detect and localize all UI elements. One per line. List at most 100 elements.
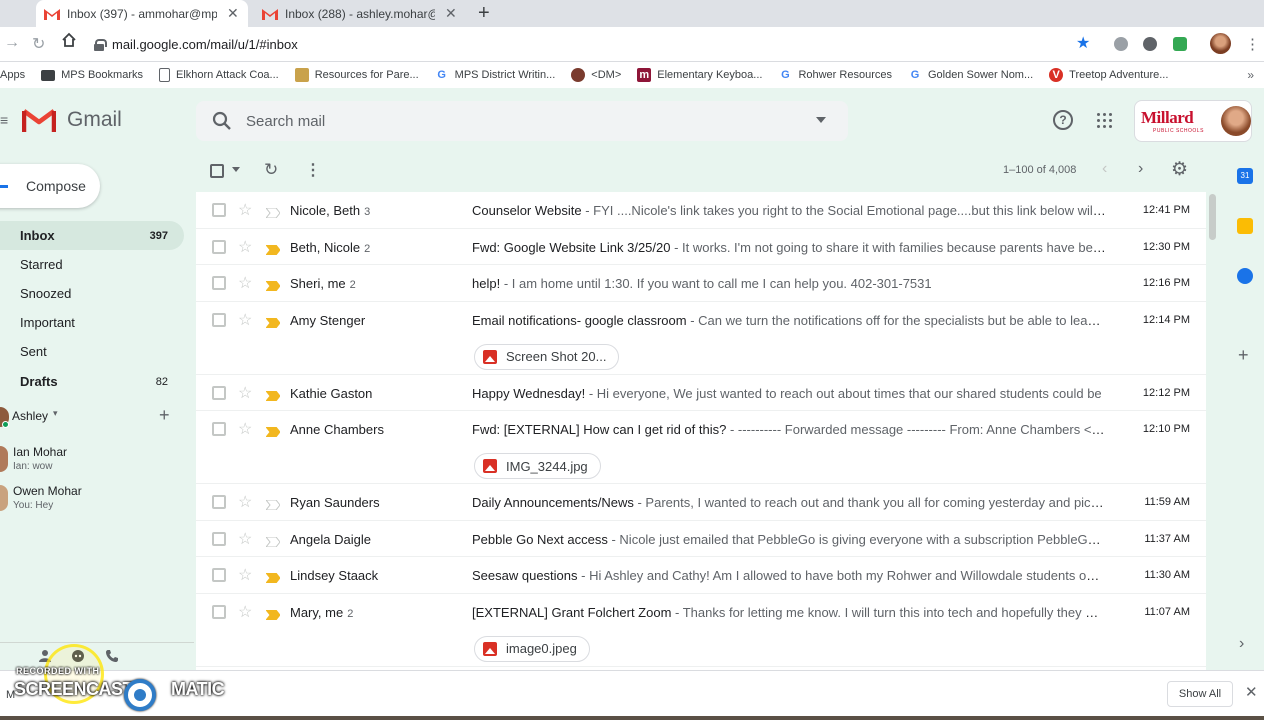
extension-green-icon[interactable] (1173, 37, 1187, 51)
compose-button[interactable]: Compose (0, 164, 100, 208)
gmail-wordmark[interactable]: Gmail (67, 108, 122, 132)
home-icon[interactable] (61, 32, 77, 53)
email-row[interactable]: ☆ Sheri, me 2 help! - I am home until 1:30.… (196, 265, 1206, 302)
bookmark-elementary-keyboarding[interactable]: m Elementary Keyboa... (637, 68, 762, 82)
account-switcher[interactable]: Millard PUBLIC SCHOOLS (1134, 100, 1252, 142)
attachment-chip[interactable]: Screen Shot 20... (474, 343, 620, 370)
previous-page-icon[interactable]: ‹ (1102, 160, 1107, 178)
browser-menu-icon[interactable]: ⋮ (1245, 35, 1260, 53)
star-icon[interactable]: ☆ (238, 310, 252, 330)
star-icon[interactable]: ☆ (238, 419, 252, 439)
person-icon[interactable] (38, 649, 52, 666)
importance-marker-icon[interactable] (264, 388, 281, 401)
importance-marker-icon[interactable] (264, 607, 281, 620)
chat-bubble-icon[interactable] (71, 649, 85, 666)
sidebar-item-starred[interactable]: Starred (0, 250, 184, 279)
reload-icon[interactable]: ↻ (32, 34, 45, 54)
star-icon[interactable]: ☆ (238, 492, 252, 512)
select-options-caret-icon[interactable] (232, 167, 240, 172)
sidebar-item-inbox[interactable]: Inbox 397 (0, 221, 184, 250)
star-icon[interactable]: ☆ (238, 383, 252, 403)
bookmark-star-icon[interactable]: ★ (1076, 33, 1090, 53)
email-row[interactable]: ☆ Lindsey Staack Seesaw questions - Hi Ash… (196, 557, 1206, 594)
forward-arrow-icon[interactable]: → (4, 34, 20, 52)
bookmark-treetop[interactable]: V Treetop Adventure... (1049, 68, 1168, 82)
new-conversation-plus-icon[interactable]: + (159, 405, 170, 426)
star-icon[interactable]: ☆ (238, 200, 252, 220)
search-icon[interactable] (212, 111, 232, 131)
bookmark-mps-district[interactable]: G MPS District Writin... (435, 68, 555, 82)
importance-marker-icon[interactable] (264, 534, 281, 547)
importance-marker-icon[interactable] (264, 315, 281, 328)
email-row[interactable]: ☆ Angela Daigle Pebble Go Next access - Ni… (196, 520, 1206, 557)
keep-icon[interactable] (1237, 218, 1253, 234)
hangouts-contact[interactable]: Owen Mohar You: Hey (0, 481, 190, 515)
google-apps-grid-icon[interactable] (1097, 113, 1112, 128)
extension-circle-icon[interactable] (1143, 37, 1157, 51)
sidebar-item-sent[interactable]: Sent (0, 337, 184, 366)
row-checkbox[interactable] (212, 203, 226, 217)
next-page-icon[interactable]: › (1138, 160, 1143, 178)
importance-marker-icon[interactable] (264, 205, 281, 219)
importance-marker-icon[interactable] (264, 242, 281, 255)
address-bar[interactable]: mail.google.com/mail/u/1/#inbox (90, 31, 1100, 58)
email-row[interactable]: ☆ Anne Chambers Fwd: [EXTERNAL] How can I … (196, 411, 1206, 484)
importance-marker-icon[interactable] (264, 497, 281, 511)
star-icon[interactable]: ☆ (238, 565, 252, 585)
bookmark-mps-bookmarks[interactable]: MPS Bookmarks (41, 69, 143, 81)
select-all-checkbox[interactable] (210, 164, 224, 178)
hangouts-contact[interactable]: Ian Mohar Ian: wow (0, 442, 190, 476)
show-side-panel-icon[interactable]: › (1239, 635, 1244, 653)
hangouts-current-user[interactable]: Ashley ▾ + (0, 405, 190, 428)
settings-gear-icon[interactable]: ⚙ (1171, 158, 1188, 181)
star-icon[interactable]: ☆ (238, 237, 252, 257)
main-menu-icon[interactable]: ≡ (0, 112, 8, 128)
email-row[interactable]: ☆ Beth, Nicole 2 Fwd: Google Website Link 3… (196, 228, 1206, 265)
attachment-chip[interactable]: IMG_3244.jpg (474, 453, 601, 479)
calendar-icon[interactable]: 31 (1237, 168, 1253, 184)
importance-marker-icon[interactable] (264, 424, 281, 438)
row-checkbox[interactable] (212, 422, 226, 436)
row-checkbox[interactable] (212, 531, 226, 546)
browser-profile-avatar[interactable] (1210, 33, 1231, 54)
help-icon[interactable]: ? (1053, 110, 1073, 130)
search-input[interactable] (246, 101, 786, 141)
download-item[interactable]: M (6, 689, 15, 701)
row-checkbox[interactable] (212, 312, 226, 327)
attachment-chip[interactable]: image0.jpeg (474, 635, 590, 662)
star-icon[interactable]: ☆ (238, 273, 252, 293)
search-options-caret-icon[interactable] (816, 117, 826, 123)
star-icon[interactable]: ☆ (238, 602, 252, 622)
email-row[interactable]: ☆ Nicole, Beth 3 Counselor Website - FYI ..… (196, 192, 1206, 229)
bookmark-apps[interactable]: Apps (0, 69, 25, 81)
more-options-icon[interactable]: ⋮ (305, 160, 321, 180)
extension-cloud-icon[interactable] (1114, 37, 1128, 51)
row-checkbox[interactable] (212, 604, 226, 619)
row-checkbox[interactable] (212, 495, 226, 509)
show-all-downloads-button[interactable]: Show All (1167, 681, 1233, 707)
importance-marker-icon[interactable] (264, 570, 281, 584)
browser-tab-inbox-work[interactable]: Inbox (397) - ammohar@mpsomaha.org ✕ (36, 0, 248, 27)
refresh-icon[interactable]: ↻ (264, 160, 278, 180)
get-addons-plus-icon[interactable]: + (1238, 345, 1249, 366)
close-downloads-bar-icon[interactable]: ✕ (1245, 683, 1258, 701)
importance-marker-icon[interactable] (264, 278, 281, 292)
bookmarks-overflow-icon[interactable]: » (1247, 62, 1254, 88)
email-row[interactable]: ☆ Amy Stenger Email notifications- google … (196, 301, 1206, 375)
gmail-logo-icon[interactable] (21, 108, 57, 138)
bookmark-resources-parents[interactable]: Resources for Pare... (294, 68, 419, 82)
star-icon[interactable]: ☆ (238, 529, 252, 549)
bookmark-elkhorn[interactable]: Elkhorn Attack Coa... (159, 68, 279, 82)
bookmark-rohwer[interactable]: G Rohwer Resources (778, 68, 892, 82)
bookmark-golden-sower[interactable]: G Golden Sower Nom... (908, 68, 1033, 82)
row-checkbox[interactable] (212, 385, 226, 400)
email-row[interactable]: ☆ Kathie Gaston Happy Wednesday! - Hi ever… (196, 374, 1206, 411)
row-checkbox[interactable] (212, 568, 226, 582)
row-checkbox[interactable] (212, 239, 226, 254)
sidebar-item-snoozed[interactable]: Snoozed (0, 279, 184, 308)
sidebar-item-drafts[interactable]: Drafts 82 (0, 367, 184, 396)
row-checkbox[interactable] (212, 276, 226, 290)
close-tab-icon[interactable]: ✕ (227, 5, 239, 22)
list-scrollbar[interactable] (1209, 194, 1216, 240)
email-row[interactable]: ☆ Ryan Saunders Daily Announcements/News -… (196, 484, 1206, 521)
